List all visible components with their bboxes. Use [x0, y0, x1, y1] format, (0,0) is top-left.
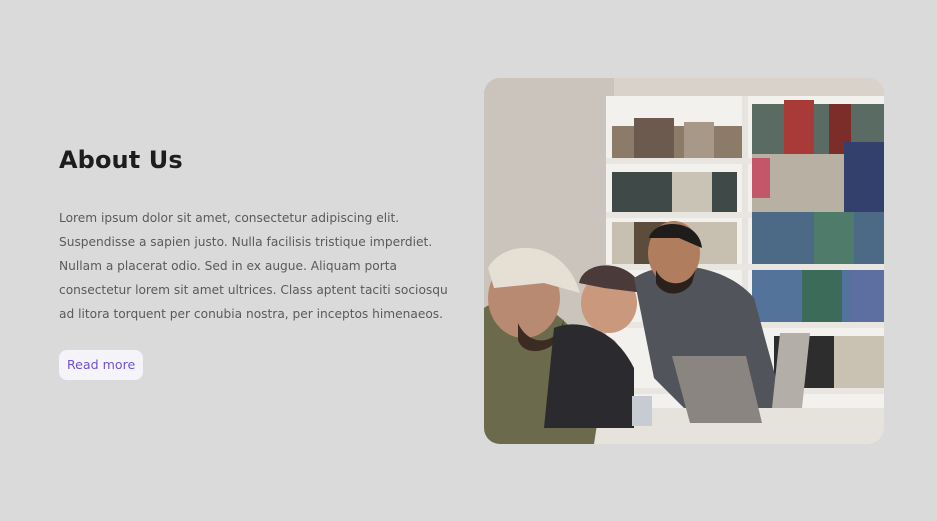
about-paragraph: Lorem ipsum dolor sit amet, consectetur … — [59, 206, 459, 326]
paragraph-line: ad litora torquent per conubia nostra, p… — [59, 307, 444, 321]
paragraph-line: Suspendisse a sapien justo. Nulla facili… — [59, 235, 433, 249]
about-image — [484, 78, 884, 444]
students-library-photo — [484, 78, 884, 444]
about-text-column: About Us Lorem ipsum dolor sit amet, con… — [59, 140, 459, 380]
about-section: About Us Lorem ipsum dolor sit amet, con… — [0, 0, 937, 521]
paragraph-line: Nullam a placerat odio. Sed in ex augue.… — [59, 259, 397, 273]
section-title: About Us — [59, 146, 183, 174]
read-more-button[interactable]: Read more — [59, 350, 144, 380]
paragraph-line: consectetur lorem sit amet ultrices. Cla… — [59, 283, 448, 297]
paragraph-line: Lorem ipsum dolor sit amet, consectetur … — [59, 211, 400, 225]
